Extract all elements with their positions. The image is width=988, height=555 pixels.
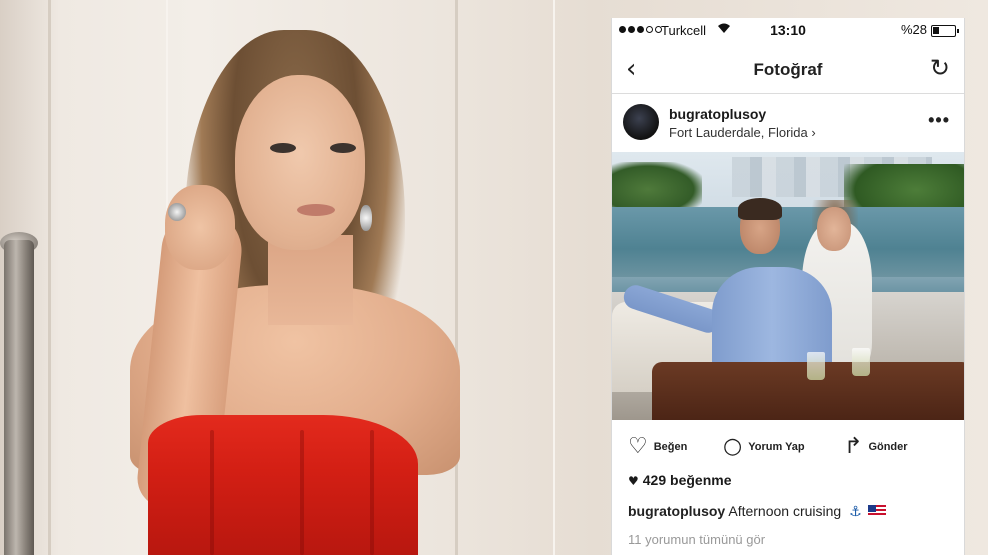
photo-glass <box>852 348 870 376</box>
dress-fold <box>300 430 304 555</box>
comment-label: Yorum Yap <box>748 440 805 453</box>
bedpost <box>4 240 34 555</box>
red-dress <box>148 415 418 555</box>
woman-lips <box>297 204 335 216</box>
refresh-icon[interactable]: ↻ <box>930 54 950 82</box>
post-location[interactable]: Fort Lauderdale, Florida › <box>669 125 816 140</box>
page-title: Fotoğraf <box>753 60 823 79</box>
us-flag-emoji-icon <box>867 505 886 517</box>
instagram-phone-screenshot: Turkcell 13:10 %28 ‹ Fotoğraf ↻ bugratop… <box>611 18 965 555</box>
battery-icon <box>931 25 959 37</box>
like-label: Beğen <box>653 440 688 453</box>
caption-username[interactable]: bugratoplusoy <box>628 503 725 519</box>
woman-hand <box>165 185 235 270</box>
share-label: Gönder <box>868 440 908 453</box>
photo-woman-head <box>817 207 851 251</box>
woman-eye-left <box>270 143 296 153</box>
comment-bubble-icon: ○ <box>723 434 743 459</box>
comment-button[interactable]: ○ Yorum Yap <box>723 434 805 459</box>
post-caption: bugratoplusoy Afternoon cruising ⚓ <box>628 503 886 520</box>
likes-text: 429 beğenme <box>642 472 732 488</box>
post-username[interactable]: bugratoplusoy <box>669 106 766 122</box>
share-button[interactable]: ↱ Gönder <box>844 434 908 459</box>
status-bar: Turkcell 13:10 %28 <box>612 18 964 44</box>
share-arrow-icon: ↱ <box>844 434 863 459</box>
battery-percentage: %28 <box>900 22 927 37</box>
caption-text: Afternoon cruising <box>728 503 842 519</box>
more-options-icon[interactable]: ••• <box>928 110 950 131</box>
post-header: bugratoplusoy Fort Lauderdale, Florida ›… <box>612 96 964 152</box>
woman-face <box>235 75 365 250</box>
post-actions: ♡ Beğen ○ Yorum Yap ↱ Gönder <box>612 432 964 462</box>
photo-man-hair <box>738 198 782 220</box>
dress-fold <box>210 430 214 555</box>
dress-fold <box>370 430 374 555</box>
post-photo[interactable] <box>612 152 964 420</box>
earring <box>360 205 372 231</box>
woman-eye-right <box>330 143 356 153</box>
ring <box>168 203 186 221</box>
photo-glass <box>807 352 825 380</box>
view-all-comments-link[interactable]: 11 yorumun tümünü gör <box>628 532 765 547</box>
likes-count[interactable]: ♥ 429 beğenme <box>628 472 731 488</box>
heart-icon: ♡ <box>628 434 648 459</box>
anchor-emoji-icon: ⚓ <box>849 504 862 520</box>
like-button[interactable]: ♡ Beğen <box>628 434 687 459</box>
wall-panel <box>455 0 555 555</box>
heart-filled-icon: ♥ <box>628 474 639 488</box>
nav-bar: ‹ Fotoğraf ↻ <box>612 46 964 94</box>
avatar[interactable] <box>623 104 659 140</box>
